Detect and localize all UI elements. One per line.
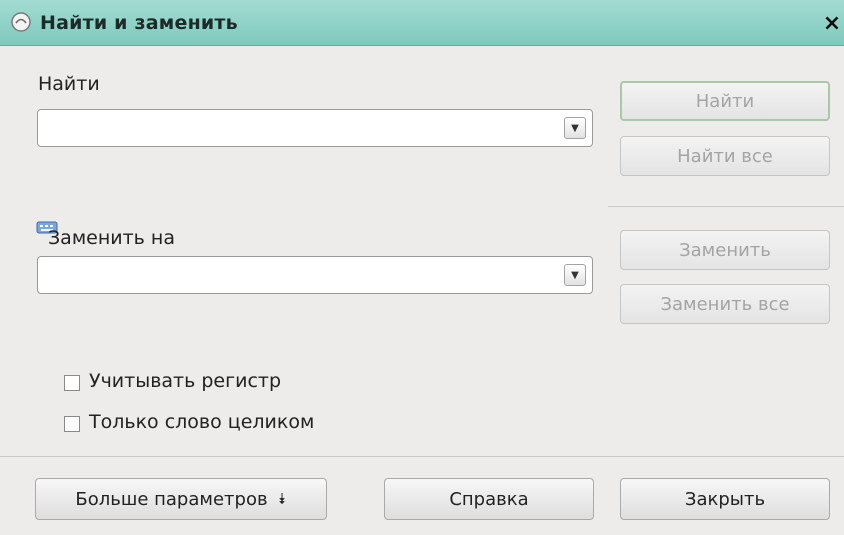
chevron-down-icon[interactable]: ▼ [564, 264, 586, 286]
find-button[interactable]: Найти [620, 81, 830, 121]
whole-words-label[interactable]: Только слово целиком [89, 411, 314, 433]
window-title: Найти и заменить [40, 12, 238, 34]
match-case-label[interactable]: Учитывать регистр [89, 370, 281, 392]
whole-words-checkbox[interactable] [64, 416, 80, 432]
find-input[interactable] [44, 115, 558, 143]
find-all-button[interactable]: Найти все [620, 136, 830, 176]
more-options-label: Больше параметров [75, 488, 268, 510]
close-icon[interactable]: × [815, 8, 844, 38]
chevron-down-icon[interactable]: ▼ [564, 117, 586, 139]
close-button[interactable]: Закрыть [620, 478, 830, 520]
app-icon [11, 12, 31, 32]
find-combobox[interactable]: ▼ [37, 109, 593, 147]
separator [608, 206, 844, 207]
find-label: Найти [38, 73, 100, 95]
match-case-checkbox[interactable] [64, 375, 80, 391]
more-options-button[interactable]: Больше параметров ⯯ [35, 478, 327, 520]
title-bar: Найти и заменить × [0, 0, 844, 46]
replace-label: Заменить на [48, 227, 175, 249]
replace-combobox[interactable]: ▼ [37, 256, 593, 294]
replace-all-button[interactable]: Заменить все [620, 284, 830, 324]
help-button[interactable]: Справка [384, 478, 594, 520]
double-chevron-down-icon: ⯯ [277, 490, 287, 508]
replace-input[interactable] [44, 262, 558, 290]
replace-button[interactable]: Заменить [620, 230, 830, 270]
footer-separator [0, 456, 844, 457]
